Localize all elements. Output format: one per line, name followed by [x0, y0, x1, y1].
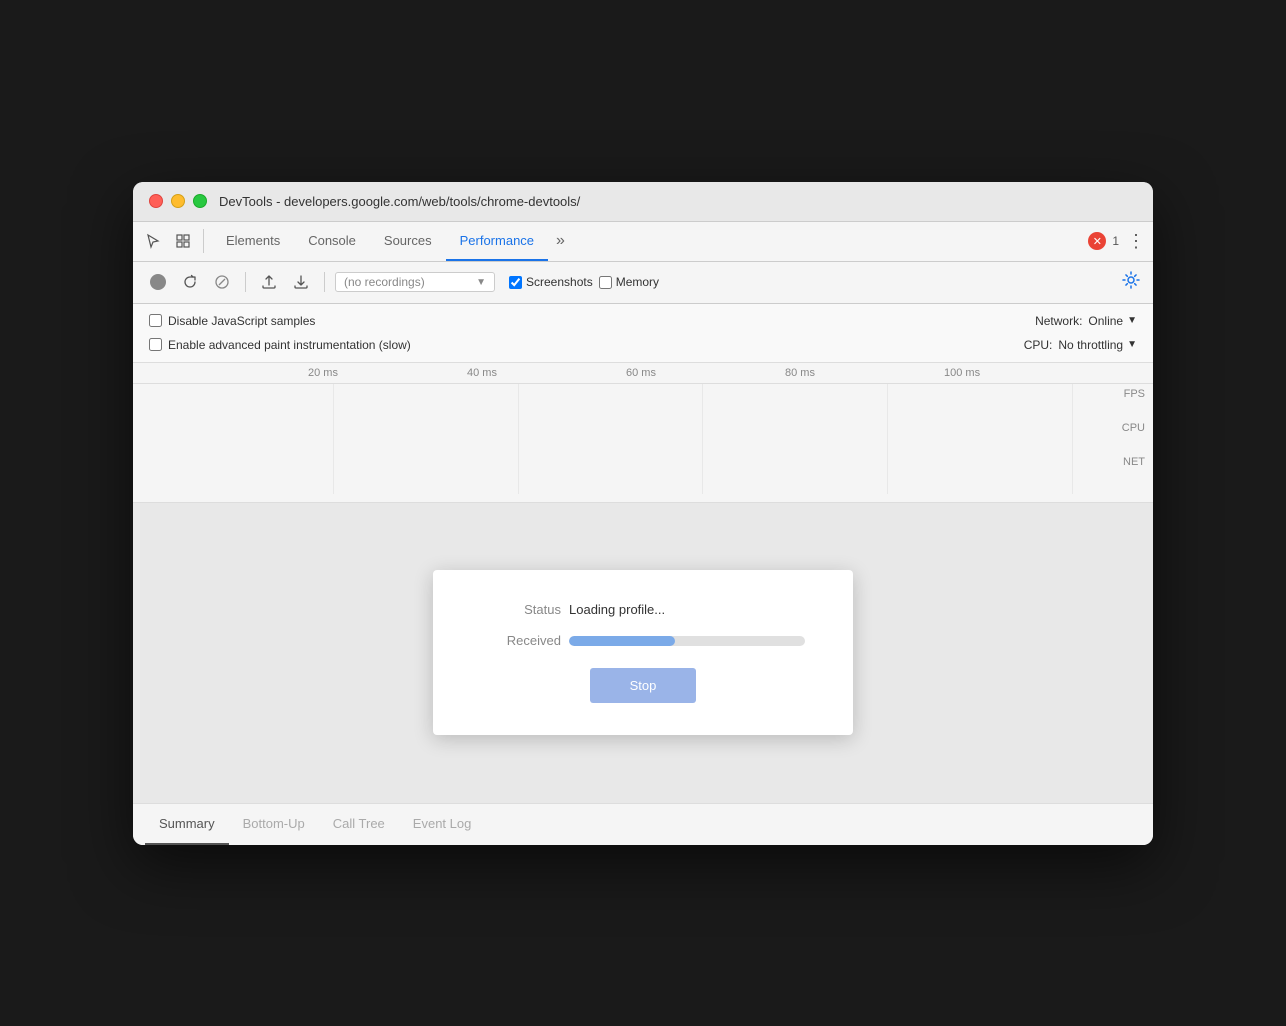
record-button[interactable] — [145, 269, 171, 295]
recordings-dropdown[interactable]: (no recordings) ▼ — [335, 272, 495, 292]
close-button[interactable] — [149, 194, 163, 208]
status-row: Status Loading profile... — [481, 602, 805, 617]
grid-lines — [149, 384, 1073, 494]
memory-label: Memory — [616, 275, 659, 289]
grid-line-5 — [888, 384, 1073, 494]
screenshots-option: Screenshots — [509, 275, 593, 289]
bottom-tab-call-tree[interactable]: Call Tree — [319, 804, 399, 845]
bottom-tab-summary[interactable]: Summary — [145, 804, 229, 845]
screenshots-label: Screenshots — [526, 275, 593, 289]
traffic-lights — [149, 194, 207, 208]
maximize-button[interactable] — [193, 194, 207, 208]
settings-gear-icon[interactable] — [1121, 270, 1141, 295]
error-count: 1 — [1112, 234, 1119, 248]
record-icon — [150, 274, 166, 290]
screenshots-checkbox[interactable] — [509, 276, 522, 289]
tab-right-actions: ✕ 1 ⋮ — [1088, 231, 1145, 252]
ruler-spacer — [149, 363, 308, 383]
settings-row-1: Disable JavaScript samples Network: Onli… — [149, 314, 1137, 328]
cpu-arrow-icon: ▼ — [1127, 339, 1137, 350]
ruler-mark-20: 20 ms — [308, 363, 467, 383]
disable-js-checkbox[interactable] — [149, 314, 162, 327]
devtools-window: DevTools - developers.google.com/web/too… — [133, 182, 1153, 845]
title-bar: DevTools - developers.google.com/web/too… — [133, 182, 1153, 222]
ruler-mark-60: 60 ms — [626, 363, 785, 383]
error-icon: ✕ — [1088, 232, 1106, 250]
tab-console[interactable]: Console — [294, 222, 370, 261]
cursor-tools — [141, 229, 204, 253]
received-label: Received — [481, 633, 561, 648]
bottom-tab-bar: Summary Bottom-Up Call Tree Event Log — [133, 803, 1153, 845]
disable-js-label: Disable JavaScript samples — [168, 314, 315, 328]
progress-bar-fill — [569, 636, 675, 646]
recordings-value: (no recordings) — [344, 275, 425, 289]
tab-sources[interactable]: Sources — [370, 222, 446, 261]
ruler-mark-80: 80 ms — [785, 363, 944, 383]
recordings-arrow-icon: ▼ — [476, 277, 486, 288]
disable-js-option: Disable JavaScript samples — [149, 314, 315, 328]
net-label: NET — [1123, 456, 1145, 468]
cpu-value: No throttling — [1058, 338, 1123, 352]
cursor-icon[interactable] — [141, 229, 165, 253]
error-indicator: ✕ 1 — [1088, 232, 1119, 250]
enable-paint-option: Enable advanced paint instrumentation (s… — [149, 338, 411, 352]
enable-paint-checkbox[interactable] — [149, 338, 162, 351]
grid-line-4 — [703, 384, 888, 494]
settings-panel: Disable JavaScript samples Network: Onli… — [133, 304, 1153, 363]
performance-toolbar: (no recordings) ▼ Screenshots Memory — [133, 262, 1153, 304]
timeline-area: 20 ms 40 ms 60 ms 80 ms 100 ms FPS CPU N… — [133, 363, 1153, 503]
separator-1 — [245, 272, 246, 292]
tab-performance[interactable]: Performance — [446, 222, 548, 261]
window-title: DevTools - developers.google.com/web/too… — [219, 194, 580, 209]
progress-bar — [569, 636, 805, 646]
timeline-ruler: 20 ms 40 ms 60 ms 80 ms 100 ms — [133, 363, 1153, 384]
upload-button[interactable] — [256, 269, 282, 295]
network-arrow-icon: ▼ — [1127, 315, 1137, 326]
timeline-tracks: FPS CPU NET — [133, 384, 1153, 494]
network-value: Online — [1088, 314, 1123, 328]
grid-line-1 — [149, 384, 334, 494]
settings-row-2: Enable advanced paint instrumentation (s… — [149, 338, 1137, 352]
inspect-icon[interactable] — [171, 229, 195, 253]
ruler-mark-40: 40 ms — [467, 363, 626, 383]
cpu-label: CPU: — [1024, 338, 1053, 352]
bottom-tab-event-log[interactable]: Event Log — [399, 804, 486, 845]
enable-paint-label: Enable advanced paint instrumentation (s… — [168, 338, 411, 352]
loading-dialog: Status Loading profile... Received Stop — [433, 570, 853, 735]
network-label: Network: — [1035, 314, 1082, 328]
memory-checkbox[interactable] — [599, 276, 612, 289]
grid-line-3 — [519, 384, 704, 494]
memory-option: Memory — [599, 275, 659, 289]
tab-elements[interactable]: Elements — [212, 222, 294, 261]
more-tabs-button[interactable]: » — [548, 232, 573, 250]
main-content: Status Loading profile... Received Stop — [133, 503, 1153, 803]
tab-list: Elements Console Sources Performance » — [212, 222, 1088, 261]
separator-2 — [324, 272, 325, 292]
download-button[interactable] — [288, 269, 314, 295]
ruler-end-spacer — [1103, 363, 1153, 383]
fps-label: FPS — [1124, 388, 1145, 400]
ruler-mark-100: 100 ms — [944, 363, 1103, 383]
reload-button[interactable] — [177, 269, 203, 295]
menu-button[interactable]: ⋮ — [1127, 231, 1145, 252]
cpu-dropdown[interactable]: No throttling ▼ — [1058, 338, 1137, 352]
cpu-option: CPU: No throttling ▼ — [1024, 338, 1137, 352]
status-value: Loading profile... — [569, 602, 665, 617]
cancel-icon[interactable] — [209, 269, 235, 295]
grid-line-2 — [334, 384, 519, 494]
status-label: Status — [481, 602, 561, 617]
cpu-track-label: CPU — [1122, 422, 1145, 434]
network-option: Network: Online ▼ — [1035, 314, 1137, 328]
stop-button[interactable]: Stop — [590, 668, 697, 703]
minimize-button[interactable] — [171, 194, 185, 208]
network-dropdown[interactable]: Online ▼ — [1088, 314, 1137, 328]
devtools-tab-bar: Elements Console Sources Performance » ✕… — [133, 222, 1153, 262]
received-row: Received — [481, 633, 805, 648]
bottom-tab-bottom-up[interactable]: Bottom-Up — [229, 804, 319, 845]
